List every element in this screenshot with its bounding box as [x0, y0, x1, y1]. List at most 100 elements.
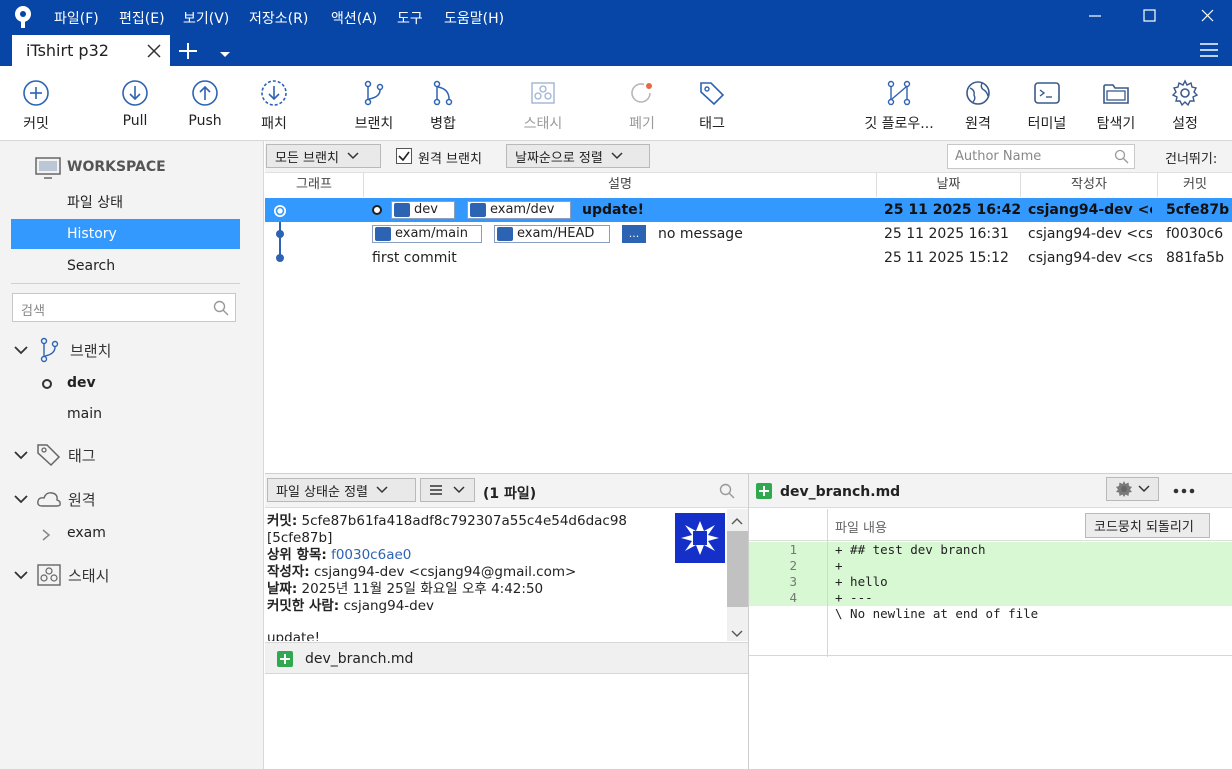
search-icon[interactable]: [719, 483, 735, 503]
merge-button[interactable]: 병합: [408, 78, 478, 133]
pull-button[interactable]: Pull: [100, 78, 170, 129]
commit-button[interactable]: 커밋: [1, 78, 71, 133]
avatar: [675, 513, 725, 563]
file-added-icon: [277, 651, 293, 667]
menu-repository[interactable]: 저장소(R): [249, 8, 308, 28]
maximize-icon[interactable]: [1140, 8, 1160, 24]
scroll-thumb[interactable]: [727, 531, 748, 607]
skip-label: 건너뛰기:: [1165, 152, 1218, 167]
details-scrollbar[interactable]: [727, 509, 748, 641]
menu-actions[interactable]: 액션(A): [331, 8, 377, 28]
stash-icon: [37, 564, 61, 586]
commit-row[interactable]: first commit 25 11 2025 15:12 csjang94-d…: [265, 246, 1232, 270]
gitflow-button[interactable]: 깃 플로우...: [856, 78, 942, 133]
line-text: +: [835, 558, 843, 573]
more-options-icon[interactable]: [1172, 484, 1196, 502]
branches-group[interactable]: 브랜치: [14, 337, 111, 363]
column-commit[interactable]: 커밋: [1158, 173, 1232, 197]
menu-help[interactable]: 도움말(H): [444, 8, 504, 28]
settings-label: 설정: [1172, 116, 1198, 132]
menu-tools[interactable]: 도구: [397, 8, 423, 28]
branch-icon: [470, 203, 486, 217]
branch-filter-label: 모든 브랜치: [275, 150, 339, 166]
branch-label-exam-main[interactable]: exam/main: [372, 225, 482, 243]
chevron-right-icon[interactable]: [41, 528, 51, 546]
sort-dropdown[interactable]: 날짜순으로 정렬: [506, 144, 650, 168]
branch-item-main[interactable]: main: [67, 406, 102, 422]
view-mode-dropdown[interactable]: [420, 478, 475, 502]
commit-full-hash: 5cfe87b61fa418adf8c792307a55c4e54d6dac98: [301, 513, 628, 529]
close-window-icon[interactable]: [1198, 8, 1218, 24]
author-filter-input[interactable]: Author Name: [947, 144, 1135, 169]
discard-button[interactable]: 폐기: [607, 78, 677, 133]
branch-label-dev[interactable]: dev: [391, 201, 455, 219]
close-tab-icon[interactable]: [146, 43, 162, 63]
parent-link[interactable]: f0030c6ae0: [331, 547, 411, 563]
commit-date: 25 11 2025 16:42: [884, 202, 1022, 218]
commit-row[interactable]: exam/main exam/HEAD ... no message 25 11…: [265, 222, 1232, 246]
branch-label-exam-dev[interactable]: exam/dev: [467, 201, 571, 219]
patch-icon: [239, 78, 309, 108]
settings-button[interactable]: 설정: [1150, 78, 1220, 133]
column-graph[interactable]: 그래프: [265, 173, 364, 197]
push-button[interactable]: Push: [170, 78, 240, 129]
line-number: 4: [789, 590, 797, 605]
repo-tab[interactable]: iTshirt p32: [12, 35, 170, 66]
scroll-down-icon[interactable]: [731, 626, 743, 642]
remote-button[interactable]: 원격: [943, 78, 1013, 133]
column-author[interactable]: 작성자: [1021, 173, 1158, 197]
patch-button[interactable]: 패치: [239, 78, 309, 133]
branch-filter-dropdown[interactable]: 모든 브랜치: [266, 144, 381, 168]
more-branches-label[interactable]: ...: [622, 225, 646, 243]
column-date[interactable]: 날짜: [877, 173, 1021, 197]
scroll-up-icon[interactable]: [731, 513, 743, 529]
diff-options-dropdown[interactable]: [1106, 477, 1159, 501]
branch-button[interactable]: 브랜치: [339, 78, 409, 133]
explorer-button[interactable]: 탐색기: [1081, 78, 1151, 133]
diff-lines: 1 + ## test dev branch 2 + 3 + hello 4 +…: [749, 542, 1232, 656]
diff-line-added: 1 + ## test dev branch: [749, 542, 1232, 558]
branch-label: 브랜치: [354, 116, 394, 132]
column-description[interactable]: 설명: [364, 173, 877, 197]
menu-edit[interactable]: 편집(E): [119, 8, 165, 28]
date-value: 2025년 11월 25일 화요일 오후 4:42:50: [301, 581, 544, 597]
stashes-group-label: 스태시: [68, 566, 110, 585]
sidebar-item-search[interactable]: Search: [11, 251, 240, 281]
date-line: 날짜: 2025년 11월 25일 화요일 오후 4:42:50: [267, 581, 543, 598]
stash-button[interactable]: 스태시: [508, 78, 578, 133]
remote-branches-checkbox[interactable]: [396, 148, 412, 164]
search-icon: [1114, 149, 1129, 168]
revert-hunk-button[interactable]: 코드뭉치 되돌리기: [1085, 513, 1210, 538]
title-bar: 파일(F) 편집(E) 보기(V) 저장소(R) 액션(A) 도구 도움말(H): [0, 0, 1232, 33]
tags-group[interactable]: 태그: [14, 442, 96, 468]
menu-file[interactable]: 파일(F): [54, 8, 99, 28]
remotes-group[interactable]: 원격: [14, 486, 96, 512]
branch-item-dev[interactable]: dev: [67, 375, 96, 391]
new-tab-icon[interactable]: [177, 42, 199, 64]
sidebar-item-file-status[interactable]: 파일 상태: [11, 188, 240, 218]
patch-label: 패치: [261, 116, 287, 132]
tag-button[interactable]: 태그: [677, 78, 747, 133]
branch-label-exam-head[interactable]: exam/HEAD: [494, 225, 610, 243]
sidebar-search-input[interactable]: 검색: [12, 293, 236, 322]
chevron-down-icon: [14, 346, 28, 355]
branch-icon: [394, 203, 410, 217]
sidebar-item-history[interactable]: History: [11, 219, 240, 249]
search-icon: [213, 300, 229, 320]
file-sort-dropdown[interactable]: 파일 상태순 정렬: [267, 478, 416, 502]
file-list-item[interactable]: dev_branch.md: [265, 642, 748, 674]
diff-line-added: 3 + hello: [749, 574, 1232, 590]
gitflow-icon: [856, 78, 942, 108]
parent-line: 상위 항목: f0030c6ae0: [267, 547, 411, 564]
hamburger-menu-icon[interactable]: [1199, 41, 1219, 63]
file-added-icon: [756, 483, 772, 499]
stashes-group[interactable]: 스태시: [14, 562, 109, 588]
committer-label: 커밋한 사람:: [267, 598, 340, 614]
push-label: Push: [188, 113, 222, 129]
minimize-icon[interactable]: [1085, 8, 1105, 24]
terminal-button[interactable]: 터미널: [1012, 78, 1082, 133]
remote-item-exam[interactable]: exam: [67, 525, 106, 541]
tab-dropdown-icon[interactable]: [219, 47, 231, 63]
menu-view[interactable]: 보기(V): [183, 8, 229, 28]
commit-row[interactable]: dev exam/dev update! 25 11 2025 16:42 cs…: [265, 198, 1232, 222]
